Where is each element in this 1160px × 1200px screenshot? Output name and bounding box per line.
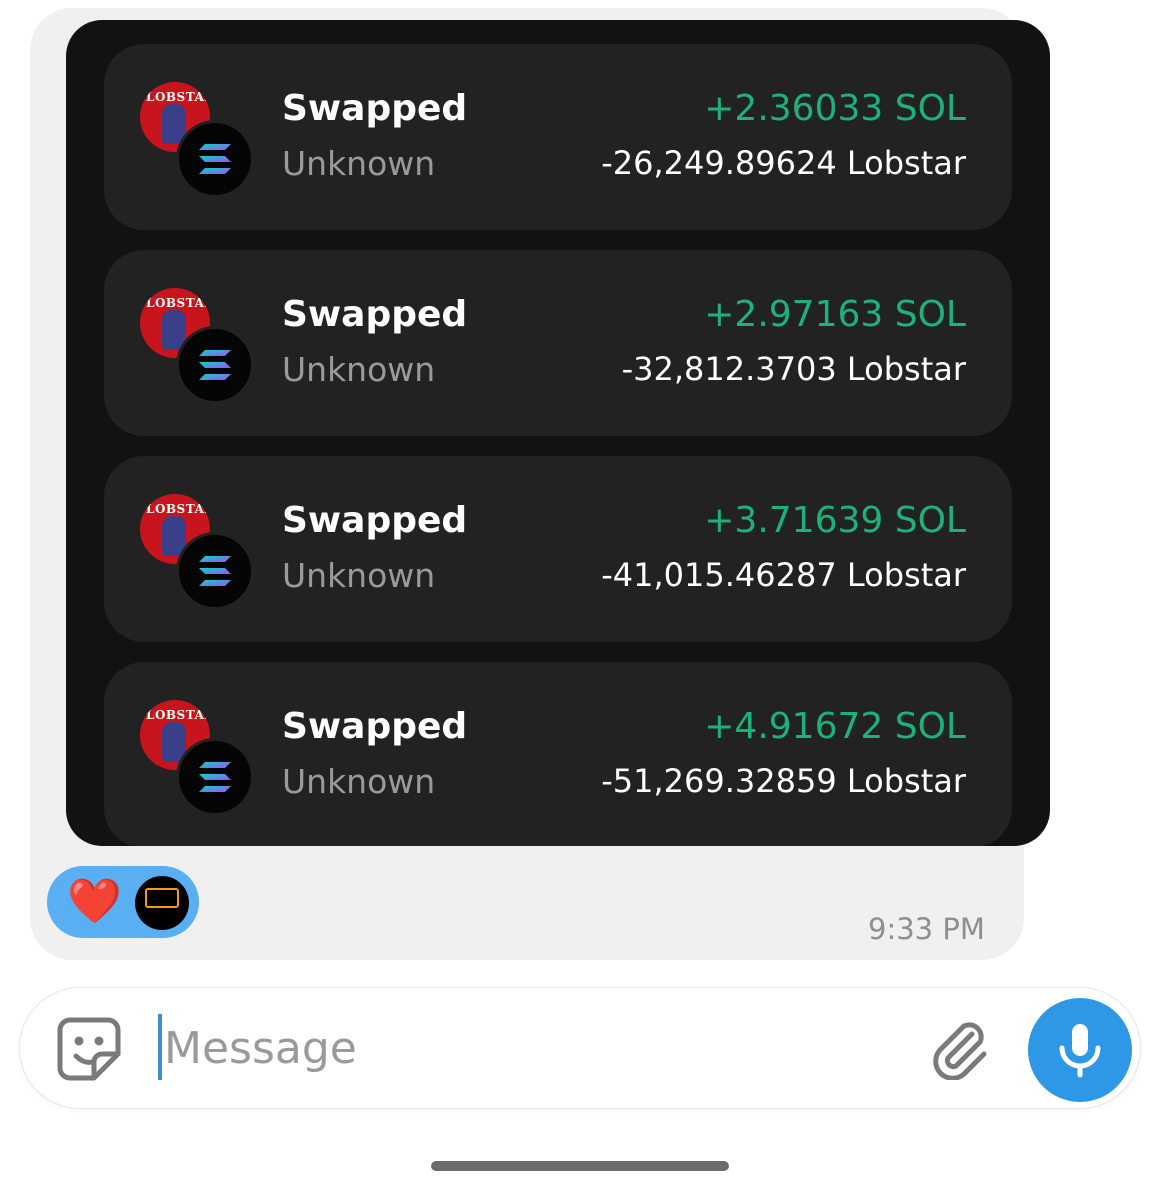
- message-time: 9:33 PM: [868, 912, 985, 946]
- home-indicator: [431, 1161, 729, 1171]
- transaction-card[interactable]: LOBSTAR Swapped Unknown +2.36033 SOL -26…: [104, 44, 1012, 230]
- transaction-subtitle: Unknown: [282, 350, 436, 389]
- transaction-subtitle: Unknown: [282, 762, 436, 801]
- transaction-subtitle: Unknown: [282, 556, 436, 595]
- reaction-chip[interactable]: ❤️: [47, 866, 199, 938]
- solana-icon: [176, 120, 254, 198]
- solana-icon: [176, 326, 254, 404]
- token-amount: -32,812.3703 Lobstar: [621, 350, 966, 388]
- message-input[interactable]: [162, 1012, 906, 1084]
- paperclip-icon[interactable]: [928, 1016, 992, 1084]
- solana-icon: [176, 532, 254, 610]
- reactor-avatar[interactable]: [135, 876, 189, 930]
- sol-amount: +2.97163 SOL: [704, 294, 966, 335]
- reactor-logo-mark: [145, 888, 179, 908]
- sol-amount: +2.36033 SOL: [704, 88, 966, 129]
- message-bubble[interactable]: LOBSTAR Swapped Unknown +2.36033 SOL -26…: [30, 8, 1050, 960]
- transaction-card[interactable]: LOBSTAR Swapped Unknown +3.71639 SOL -41…: [104, 456, 1012, 642]
- transaction-card[interactable]: LOBSTAR Swapped Unknown +4.91672 SOL -51…: [104, 662, 1012, 846]
- token-avatar: LOBSTAR: [140, 700, 254, 816]
- sol-amount: +4.91672 SOL: [704, 706, 966, 747]
- microphone-button[interactable]: [1028, 998, 1132, 1102]
- token-amount: -41,015.46287 Lobstar: [601, 556, 966, 594]
- transaction-subtitle: Unknown: [282, 144, 436, 183]
- token-avatar: LOBSTAR: [140, 494, 254, 610]
- transaction-title: Swapped: [282, 500, 468, 541]
- transactions-panel: LOBSTAR Swapped Unknown +2.36033 SOL -26…: [66, 20, 1050, 846]
- sticker-icon[interactable]: [56, 1016, 122, 1086]
- transaction-title: Swapped: [282, 88, 468, 129]
- lobstar-logo-text: LOBSTAR: [146, 708, 210, 722]
- token-avatar: LOBSTAR: [140, 288, 254, 404]
- lobstar-logo-text: LOBSTAR: [146, 296, 210, 310]
- transaction-card[interactable]: LOBSTAR Swapped Unknown +2.97163 SOL -32…: [104, 250, 1012, 436]
- token-avatar: LOBSTAR: [140, 82, 254, 198]
- microphone-icon: [1059, 1024, 1101, 1078]
- token-amount: -51,269.32859 Lobstar: [601, 762, 966, 800]
- lobstar-logo-text: LOBSTAR: [146, 90, 210, 104]
- transaction-title: Swapped: [282, 294, 468, 335]
- sol-amount: +3.71639 SOL: [704, 500, 966, 541]
- solana-icon: [176, 738, 254, 816]
- heart-icon: ❤️: [67, 876, 122, 927]
- transaction-title: Swapped: [282, 706, 468, 747]
- message-composer: [20, 988, 1140, 1108]
- token-amount: -26,249.89624 Lobstar: [601, 144, 966, 182]
- lobstar-logo-text: LOBSTAR: [146, 502, 210, 516]
